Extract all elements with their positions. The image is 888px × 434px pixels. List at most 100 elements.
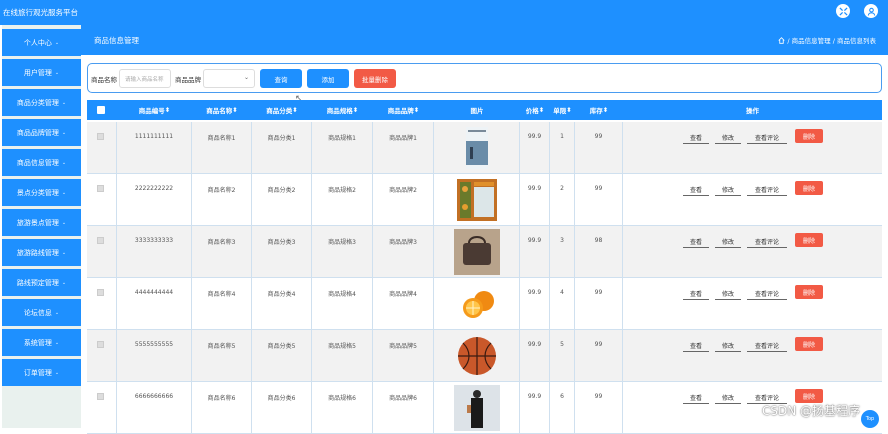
sort-icon: ⬍ [538, 106, 545, 114]
cell-name: 商品名称5 [192, 330, 252, 382]
batch-delete-button[interactable]: 批量删除 [354, 69, 396, 88]
cell-stock: 99 [575, 174, 623, 226]
col-header-id[interactable]: 商品编号 ⬍ [117, 100, 192, 120]
row-checkbox[interactable] [97, 289, 104, 296]
cell-brand: 商品品牌6 [373, 382, 434, 434]
sidebar-item-brand-management[interactable]: 商品品牌管理 ⌄ [2, 119, 81, 146]
col-header-stock[interactable]: 库存 ⬍ [575, 100, 623, 120]
cell-spec: 商品规格3 [312, 226, 373, 278]
row-checkbox[interactable] [97, 237, 104, 244]
row-checkbox-cell [87, 226, 117, 278]
col-header-category[interactable]: 商品分类 ⬍ [252, 100, 312, 120]
cell-spec: 商品规格4 [312, 278, 373, 330]
cell-limit: 3 [550, 226, 575, 278]
cell-id: 1111111111 [117, 122, 192, 174]
sidebar-item-spot-category[interactable]: 景点分类管理 ⌄ [2, 179, 81, 206]
cell-category: 商品分类5 [252, 330, 312, 382]
breadcrumb-text[interactable]: / 商品信息管理 / 商品信息列表 [787, 35, 876, 45]
row-checkbox[interactable] [97, 133, 104, 140]
sidebar-item-spot-management[interactable]: 旅游景点管理 ⌄ [2, 209, 81, 236]
col-header-name[interactable]: 商品名称 ⬍ [192, 100, 252, 120]
col-header-price[interactable]: 价格 ⬍ [520, 100, 550, 120]
home-icon[interactable] [778, 36, 786, 44]
cell-brand: 商品品牌5 [373, 330, 434, 382]
chevron-down-icon: ⌄ [61, 279, 67, 286]
chevron-down-icon: ⌄ [54, 309, 60, 316]
view-comment-button[interactable]: 查看评论 [747, 288, 787, 300]
cell-price: 99.9 [520, 382, 550, 434]
table-row: 4444444444 商品名称4 商品分类4 商品规格4 商品品牌4 99.9 4 99 查看… [87, 278, 882, 330]
cell-actions: 查看 修改 查看评论 删除 [623, 330, 882, 382]
row-checkbox-cell [87, 122, 117, 174]
row-checkbox[interactable] [97, 185, 104, 192]
cell-stock: 98 [575, 226, 623, 278]
view-comment-button[interactable]: 查看评论 [747, 132, 787, 144]
cell-category: 商品分类1 [252, 122, 312, 174]
sidebar-item-forum[interactable]: 论坛信息 ⌄ [2, 299, 81, 326]
watermark: CSDN @扬基程序 [761, 404, 860, 418]
sidebar-item-product-management[interactable]: 商品信息管理 ⌄ [2, 149, 81, 176]
chevron-down-icon: ⌄ [61, 129, 67, 136]
sidebar-item-category-management[interactable]: 商品分类管理 ⌄ [2, 89, 81, 116]
sidebar-item-route-management[interactable]: 旅游路线管理 ⌄ [2, 239, 81, 266]
view-button[interactable]: 查看 [683, 392, 709, 404]
sort-icon: ⬍ [292, 106, 298, 114]
sidebar-item-booking-management[interactable]: 路线预定管理 ⌄ [2, 269, 81, 296]
edit-button[interactable]: 修改 [715, 340, 741, 352]
cell-actions: 查看 修改 查看评论 删除 [623, 174, 882, 226]
sort-icon: ⬍ [566, 106, 572, 114]
delete-button[interactable]: 删除 [795, 285, 823, 299]
sidebar-item-user-management[interactable]: 用户管理 ⌄ [2, 59, 81, 86]
view-button[interactable]: 查看 [683, 288, 709, 300]
view-button[interactable]: 查看 [683, 236, 709, 248]
view-button[interactable]: 查看 [683, 340, 709, 352]
sidebar-item-personal-center[interactable]: 个人中心 ⌄ [2, 29, 81, 56]
cell-name: 商品名称4 [192, 278, 252, 330]
delete-button[interactable]: 删除 [795, 337, 823, 351]
table-row: 5555555555 商品名称5 商品分类5 商品规格5 商品品牌5 99.9 5 99 查看… [87, 330, 882, 382]
delete-button[interactable]: 删除 [795, 389, 823, 403]
delete-button[interactable]: 删除 [795, 181, 823, 195]
add-button[interactable]: 添加 [307, 69, 349, 88]
edit-button[interactable]: 修改 [715, 184, 741, 196]
delete-button[interactable]: 删除 [795, 129, 823, 143]
view-comment-button[interactable]: 查看评论 [747, 340, 787, 352]
cell-spec: 商品规格2 [312, 174, 373, 226]
cell-brand: 商品品牌1 [373, 122, 434, 174]
row-checkbox[interactable] [97, 341, 104, 348]
view-button[interactable]: 查看 [683, 132, 709, 144]
chevron-down-icon: ⌄ [61, 189, 67, 196]
col-header-spec[interactable]: 商品规格 ⬍ [312, 100, 373, 120]
view-comment-button[interactable]: 查看评论 [747, 184, 787, 196]
col-header-limit[interactable]: 单限 ⬍ [550, 100, 575, 120]
cell-price: 99.9 [520, 330, 550, 382]
user-avatar-icon[interactable] [864, 4, 878, 18]
product-brand-select[interactable]: ⌄ [203, 69, 255, 88]
delete-button[interactable]: 删除 [795, 233, 823, 247]
sidebar-item-orders[interactable]: 订单管理 ⌄ [2, 359, 81, 386]
cell-name: 商品名称3 [192, 226, 252, 278]
chevron-down-icon: ⌄ [54, 69, 60, 76]
query-button[interactable]: 查询 [260, 69, 302, 88]
product-image [454, 229, 500, 275]
cell-image [434, 330, 520, 382]
select-all-checkbox[interactable] [97, 106, 105, 114]
edit-button[interactable]: 修改 [715, 392, 741, 404]
edit-button[interactable]: 修改 [715, 236, 741, 248]
fullscreen-icon[interactable] [836, 4, 850, 18]
chevron-down-icon: ⌄ [61, 159, 67, 166]
row-checkbox-cell [87, 330, 117, 382]
product-image [454, 385, 500, 431]
edit-button[interactable]: 修改 [715, 132, 741, 144]
row-checkbox[interactable] [97, 393, 104, 400]
edit-button[interactable]: 修改 [715, 288, 741, 300]
breadcrumb: / 商品信息管理 / 商品信息列表 [778, 35, 876, 45]
col-header-brand[interactable]: 商品品牌 ⬍ [373, 100, 434, 120]
chevron-down-icon: ⌄ [61, 249, 67, 256]
sort-icon: ⬍ [352, 106, 359, 114]
sidebar-item-system[interactable]: 系统管理 ⌄ [2, 329, 81, 356]
back-to-top-button[interactable]: Top [861, 410, 879, 428]
view-comment-button[interactable]: 查看评论 [747, 236, 787, 248]
product-name-input[interactable]: 请输入商品名称 [119, 69, 171, 88]
view-button[interactable]: 查看 [683, 184, 709, 196]
